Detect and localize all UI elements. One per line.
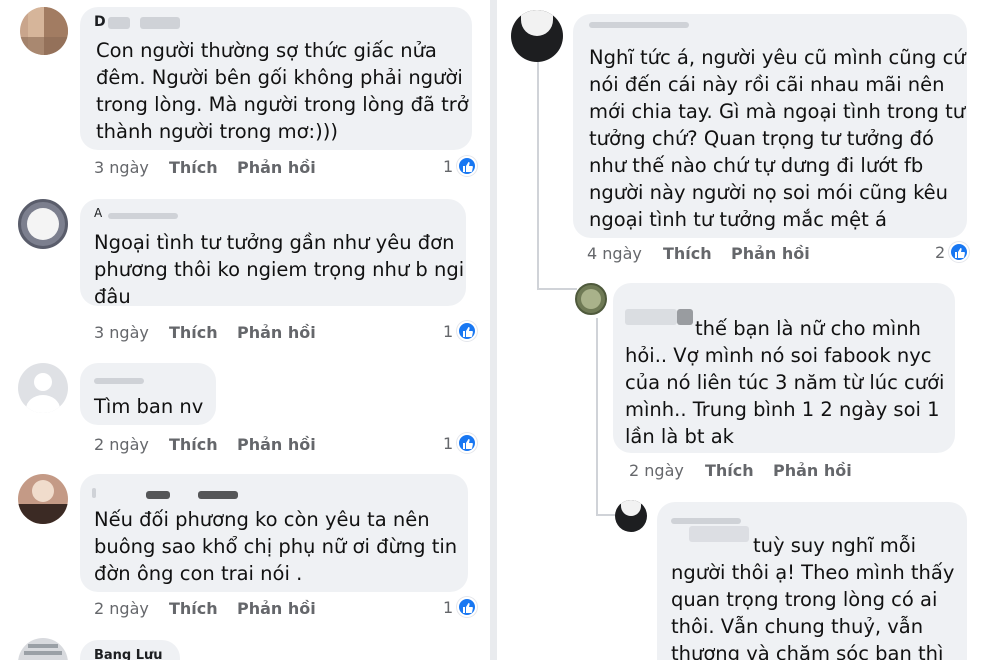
like-button[interactable]: Thích <box>169 435 218 454</box>
thumbs-up-icon <box>457 433 477 453</box>
reaction-number: 1 <box>443 598 454 617</box>
left-comment-panel: D Con người thường sợ thức giấc nửa đêm.… <box>0 0 490 660</box>
avatar[interactable] <box>575 283 607 315</box>
like-button[interactable]: Thích <box>169 158 218 177</box>
thumbs-up-icon <box>457 156 477 176</box>
comment-3: Tìm ban nv 2 ngày Thích Phản hồi 1 <box>0 360 490 470</box>
author-initial: A <box>94 206 103 220</box>
author-name[interactable] <box>92 488 242 502</box>
reaction-count[interactable]: 1 <box>443 321 483 343</box>
avatar[interactable] <box>20 7 68 55</box>
avatar[interactable] <box>511 10 563 62</box>
timestamp[interactable]: 2 ngày <box>94 599 149 618</box>
reply-button[interactable]: Phản hồi <box>237 599 316 618</box>
comment-bubble: D Con người thường sợ thức giấc nửa đêm.… <box>80 7 472 150</box>
like-button[interactable]: Thích <box>663 244 712 263</box>
thumbs-up-icon <box>457 597 477 617</box>
comment-text: Nếu đối phương ko còn yêu ta nên buông s… <box>94 508 458 585</box>
author-name[interactable] <box>625 309 695 325</box>
author-name[interactable] <box>94 375 154 389</box>
comment-meta: 3 ngày Thích Phản hồi <box>94 158 354 178</box>
reaction-number: 1 <box>443 322 454 341</box>
comment-meta: 2 ngày Thích Phản hồi <box>629 461 889 481</box>
timestamp[interactable]: 2 ngày <box>94 435 149 454</box>
comment-4: Nếu đối phương ko còn yêu ta nên buông s… <box>0 470 490 630</box>
comment-text: Nghĩ tức á, người yêu cũ mình cũng cứ nó… <box>589 46 966 231</box>
timestamp[interactable]: 3 ngày <box>94 158 149 177</box>
comment-bubble: thế bạn là nữ cho mình hỏi.. Vợ mình nó … <box>613 283 955 453</box>
reply-button[interactable]: Phản hồi <box>731 244 810 263</box>
author-name[interactable]: D <box>94 14 184 31</box>
avatar[interactable] <box>18 474 68 524</box>
comment-bubble: A Ngoại tình tư tưởng gần như yêu đơn ph… <box>80 199 466 308</box>
thumbs-up-icon <box>949 242 969 262</box>
reaction-count[interactable]: 1 <box>443 156 483 178</box>
comment-meta: 3 ngày Thích Phản hồi <box>94 323 354 343</box>
timestamp[interactable]: 2 ngày <box>629 461 684 480</box>
author-name[interactable]: A <box>94 206 184 223</box>
reaction-count[interactable]: 1 <box>443 597 483 619</box>
comment-meta: 4 ngày Thích Phản hồi <box>587 244 847 264</box>
reply-comment-2: tuỳ suy nghĩ mỗi người thôi ạ! Theo mình… <box>497 490 990 660</box>
author-name[interactable] <box>589 20 699 34</box>
comment-text: Ngoại tình tư tưởng gần như yêu đơn phươ… <box>94 231 465 308</box>
comment-meta: 2 ngày Thích Phản hồi <box>94 435 354 455</box>
comment-2: A Ngoại tình tư tưởng gần như yêu đơn ph… <box>0 190 490 360</box>
comment-1: D Con người thường sợ thức giấc nửa đêm.… <box>0 0 490 190</box>
comment-text: tuỳ suy nghĩ mỗi <box>753 534 917 557</box>
default-avatar-icon[interactable] <box>18 363 68 413</box>
reply-button[interactable]: Phản hồi <box>773 461 852 480</box>
reply-button[interactable]: Phản hồi <box>237 323 316 342</box>
avatar[interactable] <box>18 638 68 660</box>
avatar[interactable] <box>18 199 68 249</box>
comment-bubble: Tìm ban nv <box>80 363 216 425</box>
avatar[interactable] <box>615 500 647 532</box>
comment-text: thế bạn là nữ cho mình <box>695 317 921 340</box>
comment-text: Tìm ban nv <box>94 395 204 418</box>
panel-divider <box>490 0 497 660</box>
reply-button[interactable]: Phản hồi <box>237 158 316 177</box>
reaction-number: 1 <box>443 434 454 453</box>
comment-bubble: Nếu đối phương ko còn yêu ta nên buông s… <box>80 474 468 592</box>
reaction-number: 1 <box>443 157 454 176</box>
comment-text: Con người thường sợ thức giấc nửa đêm. N… <box>96 39 469 143</box>
author-name[interactable] <box>671 516 791 542</box>
timestamp[interactable]: 4 ngày <box>587 244 642 263</box>
reaction-count[interactable]: 1 <box>443 433 483 455</box>
comment-text-continued: hỏi.. Vợ mình nó soi fabook nyc của nó l… <box>625 344 945 448</box>
comment-text-continued: người thôi ạ! Theo mình thấy quan trọng … <box>671 561 955 660</box>
like-button[interactable]: Thích <box>169 599 218 618</box>
thumbs-up-icon <box>457 321 477 341</box>
reaction-count[interactable]: 2 <box>935 242 979 264</box>
right-comment-panel: Nghĩ tức á, người yêu cũ mình cũng cứ nó… <box>497 0 990 660</box>
reaction-number: 2 <box>935 243 946 262</box>
reply-root-comment: Nghĩ tức á, người yêu cũ mình cũng cứ nó… <box>497 0 990 275</box>
author-initial: D <box>94 14 106 30</box>
timestamp[interactable]: 3 ngày <box>94 323 149 342</box>
author-name[interactable]: Bang Lưu <box>94 648 163 660</box>
comment-5: Bang Lưu <box>0 630 490 660</box>
comment-bubble: Bang Lưu <box>80 640 180 660</box>
comment-bubble: Nghĩ tức á, người yêu cũ mình cũng cứ nó… <box>573 14 967 238</box>
reply-comment-1: thế bạn là nữ cho mình hỏi.. Vợ mình nó … <box>497 275 990 490</box>
like-button[interactable]: Thích <box>169 323 218 342</box>
comment-meta: 2 ngày Thích Phản hồi <box>94 599 354 619</box>
like-button[interactable]: Thích <box>705 461 754 480</box>
comment-bubble: tuỳ suy nghĩ mỗi người thôi ạ! Theo mình… <box>657 502 967 660</box>
reply-button[interactable]: Phản hồi <box>237 435 316 454</box>
